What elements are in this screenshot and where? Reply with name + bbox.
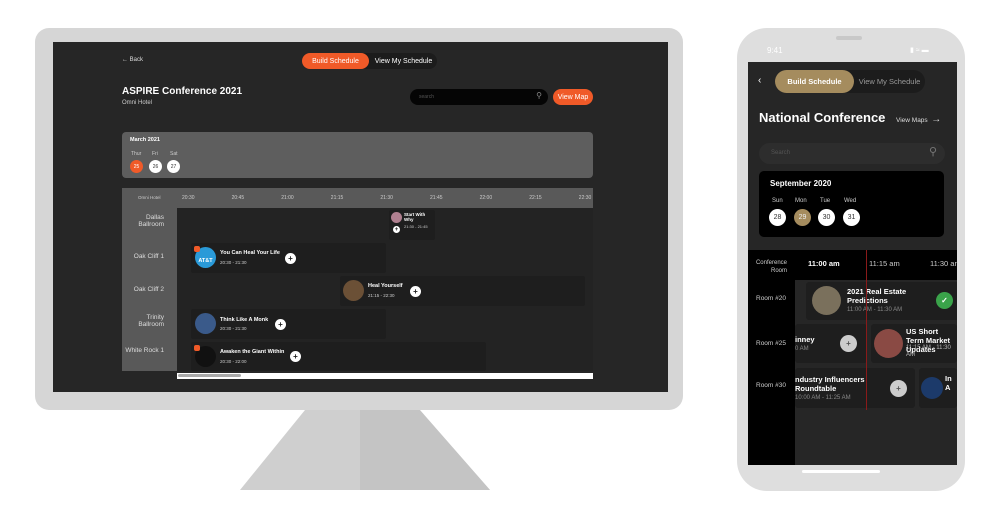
date-26[interactable]: 26: [149, 160, 162, 173]
status-icons: ▮ ≈ ▬: [910, 46, 929, 54]
calendar-month: September 2020: [770, 179, 832, 188]
added-check-icon[interactable]: ✓: [936, 292, 953, 309]
time-label: 21:30: [380, 195, 393, 201]
sponsor-badge-icon: [194, 246, 200, 252]
badge-icon: [194, 345, 200, 351]
time-label: 11:30 am: [930, 259, 957, 268]
room-column: [748, 280, 795, 465]
date-27[interactable]: 27: [167, 160, 180, 173]
time-label: 20:45: [231, 195, 245, 201]
room-label: Room #30: [756, 382, 786, 389]
time-label: 22:00: [479, 195, 493, 201]
time-label: 22:15: [529, 195, 542, 201]
home-indicator: [802, 470, 880, 473]
event-card[interactable]: AT&T You Can Heal Your Life 20:30 - 21:3…: [191, 243, 386, 273]
horizontal-scrollbar[interactable]: [177, 373, 593, 379]
signal-icon: ▮: [910, 47, 914, 54]
event-card[interactable]: Start With Why 21:30 - 21:45 +: [389, 210, 435, 240]
date-picker: [122, 132, 593, 178]
monitor-stand-shade: [360, 410, 490, 490]
date-31[interactable]: 31: [843, 209, 860, 226]
date-28[interactable]: 28: [769, 209, 786, 226]
tab-build-schedule[interactable]: Build Schedule: [302, 53, 369, 69]
add-icon[interactable]: +: [410, 286, 421, 297]
add-icon[interactable]: +: [393, 226, 400, 233]
time-label: 11:00 am: [808, 259, 840, 268]
current-time-line: [866, 250, 867, 410]
add-icon[interactable]: +: [840, 335, 857, 352]
tab-build-schedule[interactable]: Build Schedule: [775, 70, 854, 93]
column-header: Conference Room: [755, 260, 787, 274]
event-image: [874, 329, 903, 358]
day-label: Thur: [131, 151, 142, 157]
search-icon: ⚲: [536, 91, 542, 100]
date-30[interactable]: 30: [818, 209, 835, 226]
scrollbar-thumb[interactable]: [178, 374, 241, 377]
day-label: Sat: [170, 151, 178, 157]
search-input[interactable]: Search ⚲: [759, 143, 945, 164]
status-time: 9:41: [767, 46, 783, 55]
back-button[interactable]: ← Back: [122, 57, 143, 63]
time-label: 21:00: [281, 195, 294, 201]
time-label: 22:30: [578, 195, 592, 201]
wifi-icon: ≈: [915, 47, 920, 54]
room-label: Trinity Ballroom: [138, 314, 164, 328]
time-label: 11:15 am: [869, 259, 900, 268]
back-icon[interactable]: ‹: [758, 75, 761, 86]
room-label: Room #25: [756, 340, 786, 347]
day-label: Fri: [152, 151, 158, 157]
event-card[interactable]: Awaken the Giant Within 20:30 - 22:00 +: [191, 342, 486, 371]
room-label: Room #20: [756, 295, 786, 302]
sponsor-name: AT&T: [198, 258, 213, 264]
event-image: [812, 286, 841, 315]
day-label: Mon: [795, 198, 807, 204]
phone-speaker: [836, 36, 862, 40]
venue-subtitle: Omni Hotel: [122, 100, 153, 106]
time-label: 20:30: [182, 195, 195, 201]
venue-label: Omni Hotel: [138, 195, 161, 200]
search-input[interactable]: search ⚲: [410, 89, 548, 105]
event-card[interactable]: US Short Term Market Updates 11:15 AM - …: [871, 324, 957, 363]
phone-screen: ‹ Build Schedule View My Schedule Nation…: [748, 62, 957, 465]
page-title: ASPIRE Conference 2021: [122, 86, 243, 97]
tab-view-my-schedule[interactable]: View My Schedule: [854, 70, 925, 93]
day-label: Wed: [844, 198, 857, 204]
add-icon[interactable]: +: [890, 380, 907, 397]
battery-icon: ▬: [921, 47, 929, 54]
room-label: White Rock 1: [125, 347, 164, 354]
time-label: 21:15: [330, 195, 344, 201]
day-label: Sun: [772, 198, 783, 204]
time-label: 21:45: [430, 195, 443, 201]
view-maps-link[interactable]: View Maps →: [896, 114, 941, 125]
tab-view-my-schedule[interactable]: View My Schedule: [370, 53, 437, 69]
event-card[interactable]: inney 0 AM +: [795, 324, 867, 363]
add-icon[interactable]: +: [275, 319, 286, 330]
event-card[interactable]: Think Like A Monk 20:30 - 21:30 +: [191, 309, 386, 339]
event-card[interactable]: In A: [919, 368, 957, 408]
speaker-avatar: [391, 212, 402, 223]
speaker-avatar: [343, 280, 364, 301]
room-label: Dallas Ballroom: [138, 214, 164, 228]
event-card[interactable]: Heal Yourself 21:15 - 22:30 +: [340, 276, 585, 306]
date-25[interactable]: 25: [130, 160, 143, 173]
day-label: Tue: [820, 198, 831, 204]
calendar-month: March 2021: [130, 137, 160, 143]
page-title: National Conference: [759, 110, 886, 125]
room-label: Oak Cliff 2: [133, 286, 164, 293]
arrow-right-icon: →: [931, 114, 942, 125]
event-card[interactable]: ndustry Influencers Roundtable 10:00 AM …: [795, 368, 915, 408]
date-29[interactable]: 29: [794, 209, 811, 226]
speaker-avatar: [195, 313, 216, 334]
view-map-button[interactable]: View Map: [553, 89, 593, 105]
event-card[interactable]: 2021 Real Estate Predictions 11:00 AM - …: [806, 282, 957, 320]
add-icon[interactable]: +: [290, 351, 301, 362]
search-icon: ⚲: [928, 146, 937, 158]
arrow-left-icon: ←: [122, 57, 128, 63]
room-label: Oak Cliff 1: [133, 253, 164, 260]
add-icon[interactable]: +: [285, 253, 296, 264]
date-picker: September 2020 Sun Mon Tue Wed 28 29 30 …: [759, 171, 944, 237]
event-image: [921, 377, 943, 399]
